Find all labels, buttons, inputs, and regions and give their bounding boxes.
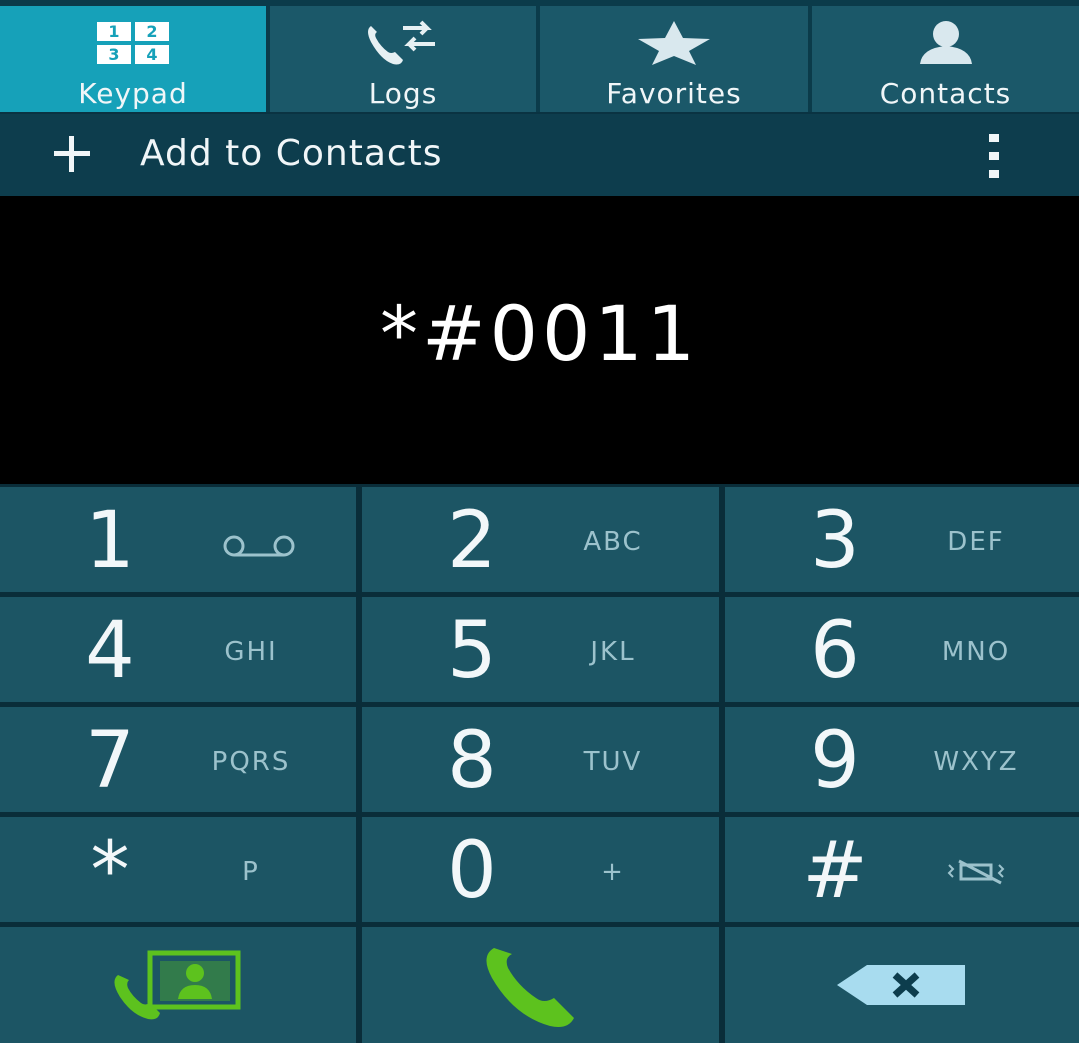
key-3[interactable]: 3 DEF [725, 487, 1079, 592]
key-digit: 2 [447, 496, 497, 586]
key-pound[interactable]: # [725, 817, 1079, 922]
keypad-icon-digit: 4 [146, 45, 157, 64]
keypad-icon-digit: 3 [108, 45, 119, 64]
add-to-contacts-bar: Add to Contacts [0, 112, 1079, 196]
key-letters: MNO [941, 637, 1011, 667]
video-call-button[interactable] [0, 927, 356, 1043]
key-letters: WXYZ [933, 747, 1019, 777]
call-logs-icon [363, 18, 443, 68]
key-letters: P [242, 857, 260, 887]
tab-bar: 1 2 3 4 Keypad Logs Favorites Contacts [0, 0, 1079, 112]
backspace-icon [837, 965, 965, 1005]
key-digit: 8 [447, 716, 497, 806]
person-icon [906, 18, 986, 68]
key-star[interactable]: * P [0, 817, 356, 922]
key-digit: 1 [85, 496, 135, 586]
key-letters: TUV [583, 747, 643, 777]
video-call-icon [114, 950, 241, 1020]
key-7[interactable]: 7 PQRS [0, 707, 356, 812]
tab-contacts[interactable]: Contacts [812, 6, 1079, 112]
key-letters: PQRS [211, 747, 291, 777]
key-digit: # [802, 826, 868, 916]
key-letters: DEF [947, 527, 1005, 557]
tab-label: Contacts [879, 77, 1012, 110]
add-to-contacts-button[interactable]: Add to Contacts [140, 134, 443, 174]
star-icon [634, 18, 714, 68]
key-letters: JKL [590, 637, 636, 667]
key-5[interactable]: 5 JKL [362, 597, 719, 702]
tab-favorites[interactable]: Favorites [540, 6, 808, 112]
key-digit: 3 [810, 496, 860, 586]
key-2[interactable]: 2 ABC [362, 487, 719, 592]
tab-label: Logs [368, 77, 438, 110]
phone-dialer: 1 2 3 4 Keypad Logs Favorites Contacts A… [0, 0, 1079, 1043]
key-digit: 9 [810, 716, 860, 806]
plus-icon[interactable] [52, 134, 92, 174]
tab-keypad[interactable]: 1 2 3 4 Keypad [0, 6, 266, 112]
key-1[interactable]: 1 [0, 487, 356, 592]
mute-icon [947, 859, 1005, 885]
key-0[interactable]: 0 + [362, 817, 719, 922]
key-digit: 6 [810, 606, 860, 696]
key-6[interactable]: 6 MNO [725, 597, 1079, 702]
key-digit: 5 [447, 606, 497, 696]
key-8[interactable]: 8 TUV [362, 707, 719, 812]
key-letters: ABC [583, 527, 643, 557]
key-letters: GHI [224, 637, 278, 667]
backspace-button[interactable] [725, 927, 1079, 1043]
tab-logs[interactable]: Logs [270, 6, 536, 112]
phone-icon [485, 948, 574, 1027]
key-4[interactable]: 4 GHI [0, 597, 356, 702]
keypad-icon-digit: 2 [146, 22, 157, 41]
key-digit: 7 [85, 716, 135, 806]
key-digit: 0 [447, 826, 497, 916]
key-9[interactable]: 9 WXYZ [725, 707, 1079, 812]
key-digit: 4 [85, 606, 135, 696]
dial-keypad: 1 2 ABC 3 DEF 4 GHI 5 JKL 6 MNO 7 PQRS 8… [0, 484, 1079, 1043]
number-display: *#0011 [0, 196, 1079, 484]
keypad-icon: 1 2 3 4 [95, 18, 171, 68]
keypad-icon-digit: 1 [108, 22, 119, 41]
key-letters: + [601, 857, 625, 887]
key-digit: * [90, 826, 130, 916]
more-vert-icon[interactable] [980, 132, 1010, 180]
tab-label: Favorites [606, 77, 742, 110]
dialed-number[interactable]: *#0011 [0, 294, 1079, 374]
tab-label: Keypad [78, 77, 188, 110]
call-button[interactable] [362, 927, 719, 1043]
voicemail-icon [223, 535, 295, 557]
